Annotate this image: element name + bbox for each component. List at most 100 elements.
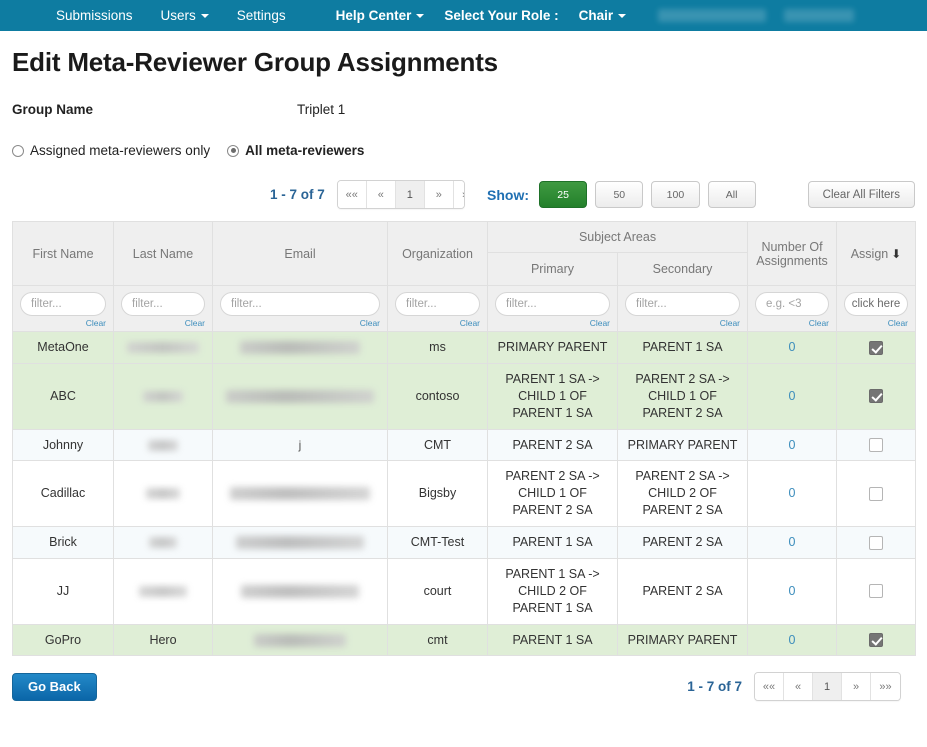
assign-checkbox-unchecked[interactable] (869, 486, 884, 501)
column-header-secondary[interactable]: Secondary (616, 252, 749, 286)
clear-filter-assign[interactable]: Clear (844, 318, 908, 328)
page-container: Edit Meta-Reviewer Group Assignments Gro… (0, 47, 927, 702)
assign-checkbox-unchecked[interactable] (869, 584, 884, 599)
filter-row: Clear Clear Clear Clear (12, 285, 917, 332)
assign-checkbox-checked[interactable] (869, 633, 884, 648)
filter-input-first-name[interactable] (20, 292, 106, 316)
cell-first-name: Cadillac (12, 460, 114, 527)
column-header-organization[interactable]: Organization (387, 221, 488, 286)
cell-email (212, 331, 388, 364)
clear-filter-primary[interactable]: Clear (495, 318, 610, 328)
filter-cell-organization: Clear (387, 285, 488, 332)
cell-number-of-assignments: 0 (747, 526, 838, 559)
assignments-count-link[interactable]: 0 (789, 535, 796, 549)
assign-all-click-here-button[interactable]: click here (844, 292, 909, 316)
bottom-page-count: 1 - 7 of 7 (687, 679, 742, 695)
nav-item-submissions-label: Submissions (56, 8, 133, 23)
nav-item-submissions[interactable]: Submissions (42, 0, 147, 31)
pager-next-button[interactable]: » (424, 181, 454, 208)
group-name-value: Triplet 1 (297, 102, 346, 117)
cell-last-name: Hero (113, 623, 213, 657)
assignments-count-link[interactable]: 0 (789, 438, 796, 452)
clear-filter-last-name[interactable]: Clear (121, 318, 205, 328)
table-row: JJ court PARENT 1 SA -> CHILD 2 OF PARENT … (12, 557, 917, 625)
table-row: GoPro Hero cmt PARENT 1 SA PRIMARY PARENT 0 (12, 623, 917, 657)
cell-number-of-assignments: 0 (747, 331, 838, 364)
cell-organization: contoso (387, 362, 488, 430)
assignments-count-link[interactable]: 0 (789, 633, 796, 647)
table-toolbar: 1 - 7 of 7 «« « 1 » »» Show: 25 50 100 A… (12, 180, 915, 209)
column-header-last-name[interactable]: Last Name (113, 221, 213, 286)
cell-number-of-assignments: 0 (747, 557, 838, 625)
assign-checkbox-unchecked[interactable] (869, 535, 884, 550)
cell-assign (836, 557, 917, 625)
clear-filter-first-name[interactable]: Clear (20, 318, 106, 328)
pager-last-button[interactable]: »» (453, 181, 465, 208)
cell-email (212, 557, 388, 625)
clear-filter-email[interactable]: Clear (220, 318, 380, 328)
footer-pager-next-button[interactable]: » (842, 673, 871, 701)
nav-item-settings[interactable]: Settings (223, 0, 300, 31)
assign-checkbox-checked[interactable] (869, 340, 884, 355)
assignments-count-link[interactable]: 0 (789, 486, 796, 500)
assign-checkbox-checked[interactable] (869, 389, 884, 404)
cell-primary-subject-area: PARENT 2 SA -> CHILD 1 OF PARENT 2 SA (487, 460, 618, 527)
go-back-button[interactable]: Go Back (12, 672, 97, 701)
footer-pager-prev-button[interactable]: « (784, 673, 813, 701)
column-header-email[interactable]: Email (212, 221, 388, 286)
redacted-email (230, 487, 370, 501)
page-size-50-button[interactable]: 50 (595, 181, 644, 208)
page-size-25-button[interactable]: 25 (539, 181, 588, 208)
table-row: Johnny j CMT PARENT 2 SA PRIMARY PARENT 0 (12, 428, 917, 462)
meta-reviewer-filter-radios: Assigned meta-reviewers only All meta-re… (12, 143, 915, 158)
role-selector-chair[interactable]: Chair (565, 0, 641, 31)
filter-input-secondary[interactable] (625, 292, 741, 316)
cell-assign (836, 331, 917, 364)
pager-page-1-button[interactable]: 1 (395, 181, 425, 208)
redacted-conference (784, 9, 855, 22)
cell-number-of-assignments: 0 (747, 428, 838, 462)
filter-input-last-name[interactable] (121, 292, 205, 316)
table-row: ABC contoso PARENT 1 SA -> CHILD 1 OF PARE… (12, 362, 917, 430)
cell-email (212, 362, 388, 430)
redacted-email (240, 341, 360, 355)
radio-assigned-meta-reviewers-only[interactable]: Assigned meta-reviewers only (12, 143, 210, 158)
nav-item-users[interactable]: Users (147, 0, 223, 31)
column-header-assign[interactable]: Assign ⬇ (836, 221, 917, 286)
radio-all-meta-reviewers[interactable]: All meta-reviewers (227, 143, 364, 158)
nav-item-help-center[interactable]: Help Center (322, 0, 439, 31)
pager-prev-button[interactable]: « (366, 181, 396, 208)
clear-filter-secondary[interactable]: Clear (625, 318, 740, 328)
column-header-primary[interactable]: Primary (487, 252, 618, 286)
clear-all-filters-button[interactable]: Clear All Filters (807, 181, 915, 208)
cell-number-of-assignments: 0 (747, 460, 838, 527)
cell-last-name (113, 557, 213, 625)
page-size-all-button[interactable]: All (707, 181, 756, 208)
cell-organization: cmt (387, 623, 488, 657)
navbar-right-group: Help Center Select Your Role : Chair (322, 0, 855, 31)
footer-pager-first-button[interactable]: «« (755, 673, 784, 701)
redacted-last-name (139, 585, 187, 597)
filter-input-primary[interactable] (495, 292, 610, 316)
footer-pager-last-button[interactable]: »» (871, 673, 900, 701)
pager-first-button[interactable]: «« (337, 181, 367, 208)
table-row: Cadillac Bigsby PARENT 2 SA -> CHILD 1 OF … (12, 460, 917, 527)
nav-item-help-center-label: Help Center (335, 8, 412, 23)
footer-pager-page-1-button[interactable]: 1 (813, 673, 842, 701)
filter-input-assignments[interactable] (755, 292, 830, 316)
nav-item-settings-label: Settings (236, 8, 286, 23)
assign-checkbox-unchecked[interactable] (869, 438, 884, 453)
assignments-count-link[interactable]: 0 (789, 584, 796, 598)
cell-organization: court (387, 557, 488, 625)
clear-filter-organization[interactable]: Clear (395, 318, 480, 328)
column-header-number-of-assignments[interactable]: Number Of Assignments (747, 221, 838, 286)
filter-input-organization[interactable] (395, 292, 480, 316)
assignments-count-link[interactable]: 0 (789, 340, 796, 354)
column-header-first-name[interactable]: First Name (12, 221, 114, 286)
filter-input-email[interactable] (220, 292, 380, 316)
page-size-100-button[interactable]: 100 (651, 181, 700, 208)
cell-last-name (113, 331, 213, 364)
assignments-count-link[interactable]: 0 (789, 389, 796, 403)
clear-filter-assignments[interactable]: Clear (755, 318, 829, 328)
email-visible-prefix: j (298, 437, 302, 452)
